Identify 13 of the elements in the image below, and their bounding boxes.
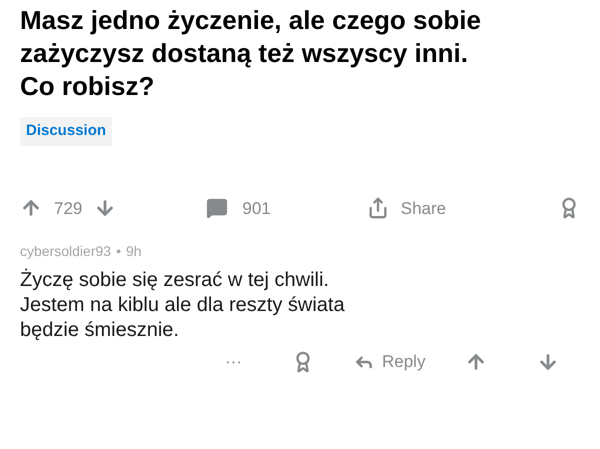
share-icon (366, 197, 389, 220)
more-options[interactable]: ··· (225, 349, 242, 374)
vote-count: 729 (54, 198, 82, 220)
separator: • (116, 242, 121, 261)
share-button[interactable]: Share (366, 196, 446, 221)
flair-tag[interactable]: Discussion (20, 117, 112, 146)
post-title: Masz jedno życzenie, ale czego sobie zażyczysz dostaną też wszyscy inni. Co robisz? (20, 4, 482, 103)
comment-age: 9h (126, 242, 142, 261)
comment-icon[interactable] (206, 197, 228, 220)
reply-button[interactable]: Reply (354, 349, 426, 374)
comment-body: Życzę sobie się zesrać w tej chwili. Jestem na kiblu ale dla reszty świata będzie śmiesznie. (20, 268, 346, 343)
comment-author[interactable]: cybersoldier93 (20, 241, 112, 262)
comment-count: 901 (242, 198, 271, 220)
